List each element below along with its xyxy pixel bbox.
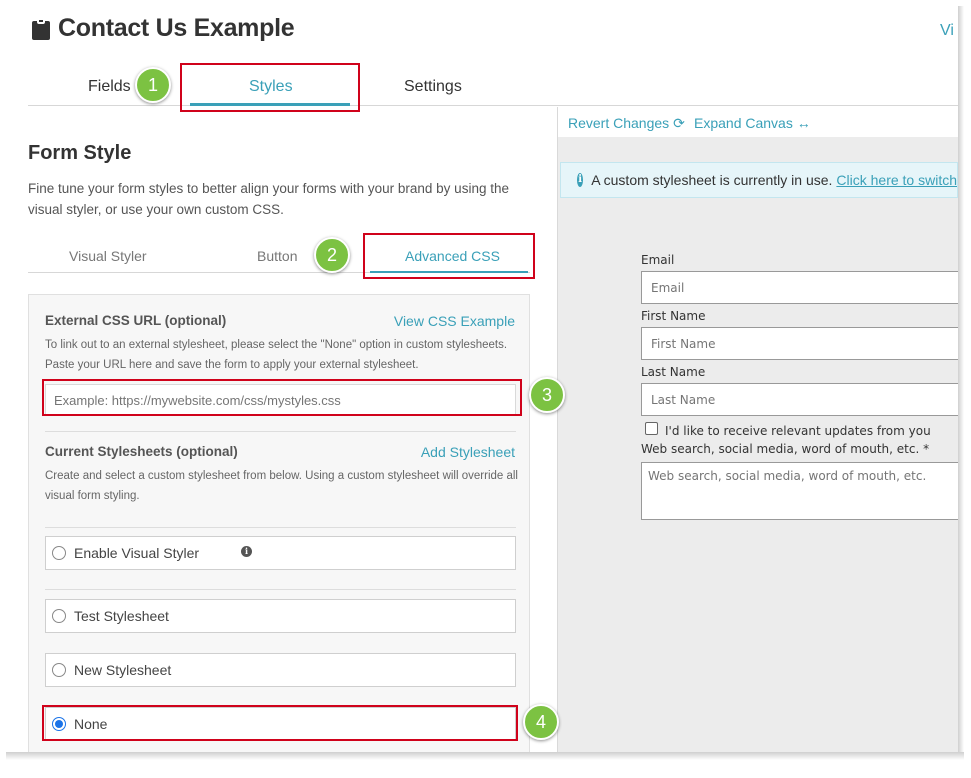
email-label: Email [641,253,675,267]
custom-stylesheet-alert: i A custom stylesheet is currently in us… [560,162,958,198]
form-style-description: Fine tune your form styles to better ali… [28,181,509,217]
page-header: Contact Us Example [32,14,295,43]
external-css-help: To link out to an external stylesheet, p… [45,339,508,371]
add-stylesheet-link[interactable]: Add Stylesheet [421,444,515,460]
tab-button[interactable]: Button [257,248,297,264]
view-link[interactable]: Vi [940,22,954,40]
stylesheet-option-new[interactable]: New Stylesheet [45,653,516,687]
option-label: New Stylesheet [74,662,172,678]
alert-text: A custom stylesheet is currently in use. [591,172,833,188]
tab-visual-styler[interactable]: Visual Styler [69,248,147,264]
window-shadow [6,752,964,760]
email-field[interactable] [641,271,958,304]
refresh-icon: ⟳ [673,115,685,131]
revert-changes-button[interactable]: Revert Changes ⟳ [568,115,685,132]
radio-button[interactable] [52,609,66,623]
app-window: Contact Us Example Vi Fields Styles Sett… [0,0,958,752]
highlight-none-option [42,705,518,741]
stylesheet-option-visual-styler[interactable]: Enable Visual Styler i [45,536,516,570]
highlight-styles-tab [180,63,360,112]
tab-fields[interactable]: Fields [88,78,131,96]
source-textarea[interactable] [641,462,958,520]
divider [45,431,516,432]
radio-button[interactable] [52,663,66,677]
divider [45,589,516,590]
first-name-field[interactable] [641,327,958,360]
page-title: Contact Us Example [58,14,295,42]
info-icon: i [577,173,584,187]
form-style-title: Form Style [28,142,132,164]
step-badge-1: 1 [135,67,171,103]
external-css-label: External CSS URL (optional) [45,313,227,328]
step-badge-4: 4 [523,704,559,740]
option-label: Enable Visual Styler [74,545,200,561]
source-label: Web search, social media, word of mouth,… [641,442,930,456]
updates-checkbox-label: I'd like to receive relevant updates fro… [665,424,931,438]
view-css-example-link[interactable]: View CSS Example [394,313,515,329]
step-badge-3: 3 [529,377,565,413]
updates-checkbox[interactable] [645,422,658,435]
option-label: Test Stylesheet [74,608,169,624]
highlight-url-input [42,379,522,416]
step-badge-2: 2 [314,237,350,273]
expand-canvas-button[interactable]: Expand Canvas ↔ [694,115,811,131]
current-stylesheets-help: Create and select a custom stylesheet fr… [45,470,518,502]
expand-label: Expand Canvas [694,115,793,131]
radio-button[interactable] [52,546,66,560]
last-name-field[interactable] [641,383,958,416]
advanced-css-panel: External CSS URL (optional) View CSS Exa… [28,294,530,752]
switch-link[interactable]: Click here to switch [836,172,957,188]
tab-settings[interactable]: Settings [404,78,462,96]
preview-toolbar: Revert Changes ⟳ Expand Canvas ↔ [558,107,958,137]
divider [45,527,516,528]
clipboard-icon [32,17,50,40]
info-icon[interactable]: i [241,545,253,557]
horizontal-arrows-icon: ↔ [796,115,811,131]
last-name-label: Last Name [641,365,706,379]
window-shadow [958,6,964,758]
stylesheet-option-test[interactable]: Test Stylesheet [45,599,516,633]
revert-label: Revert Changes [568,115,670,131]
current-stylesheets-label: Current Stylesheets (optional) [45,444,238,459]
highlight-advanced-css-tab [363,233,535,279]
first-name-label: First Name [641,309,706,323]
